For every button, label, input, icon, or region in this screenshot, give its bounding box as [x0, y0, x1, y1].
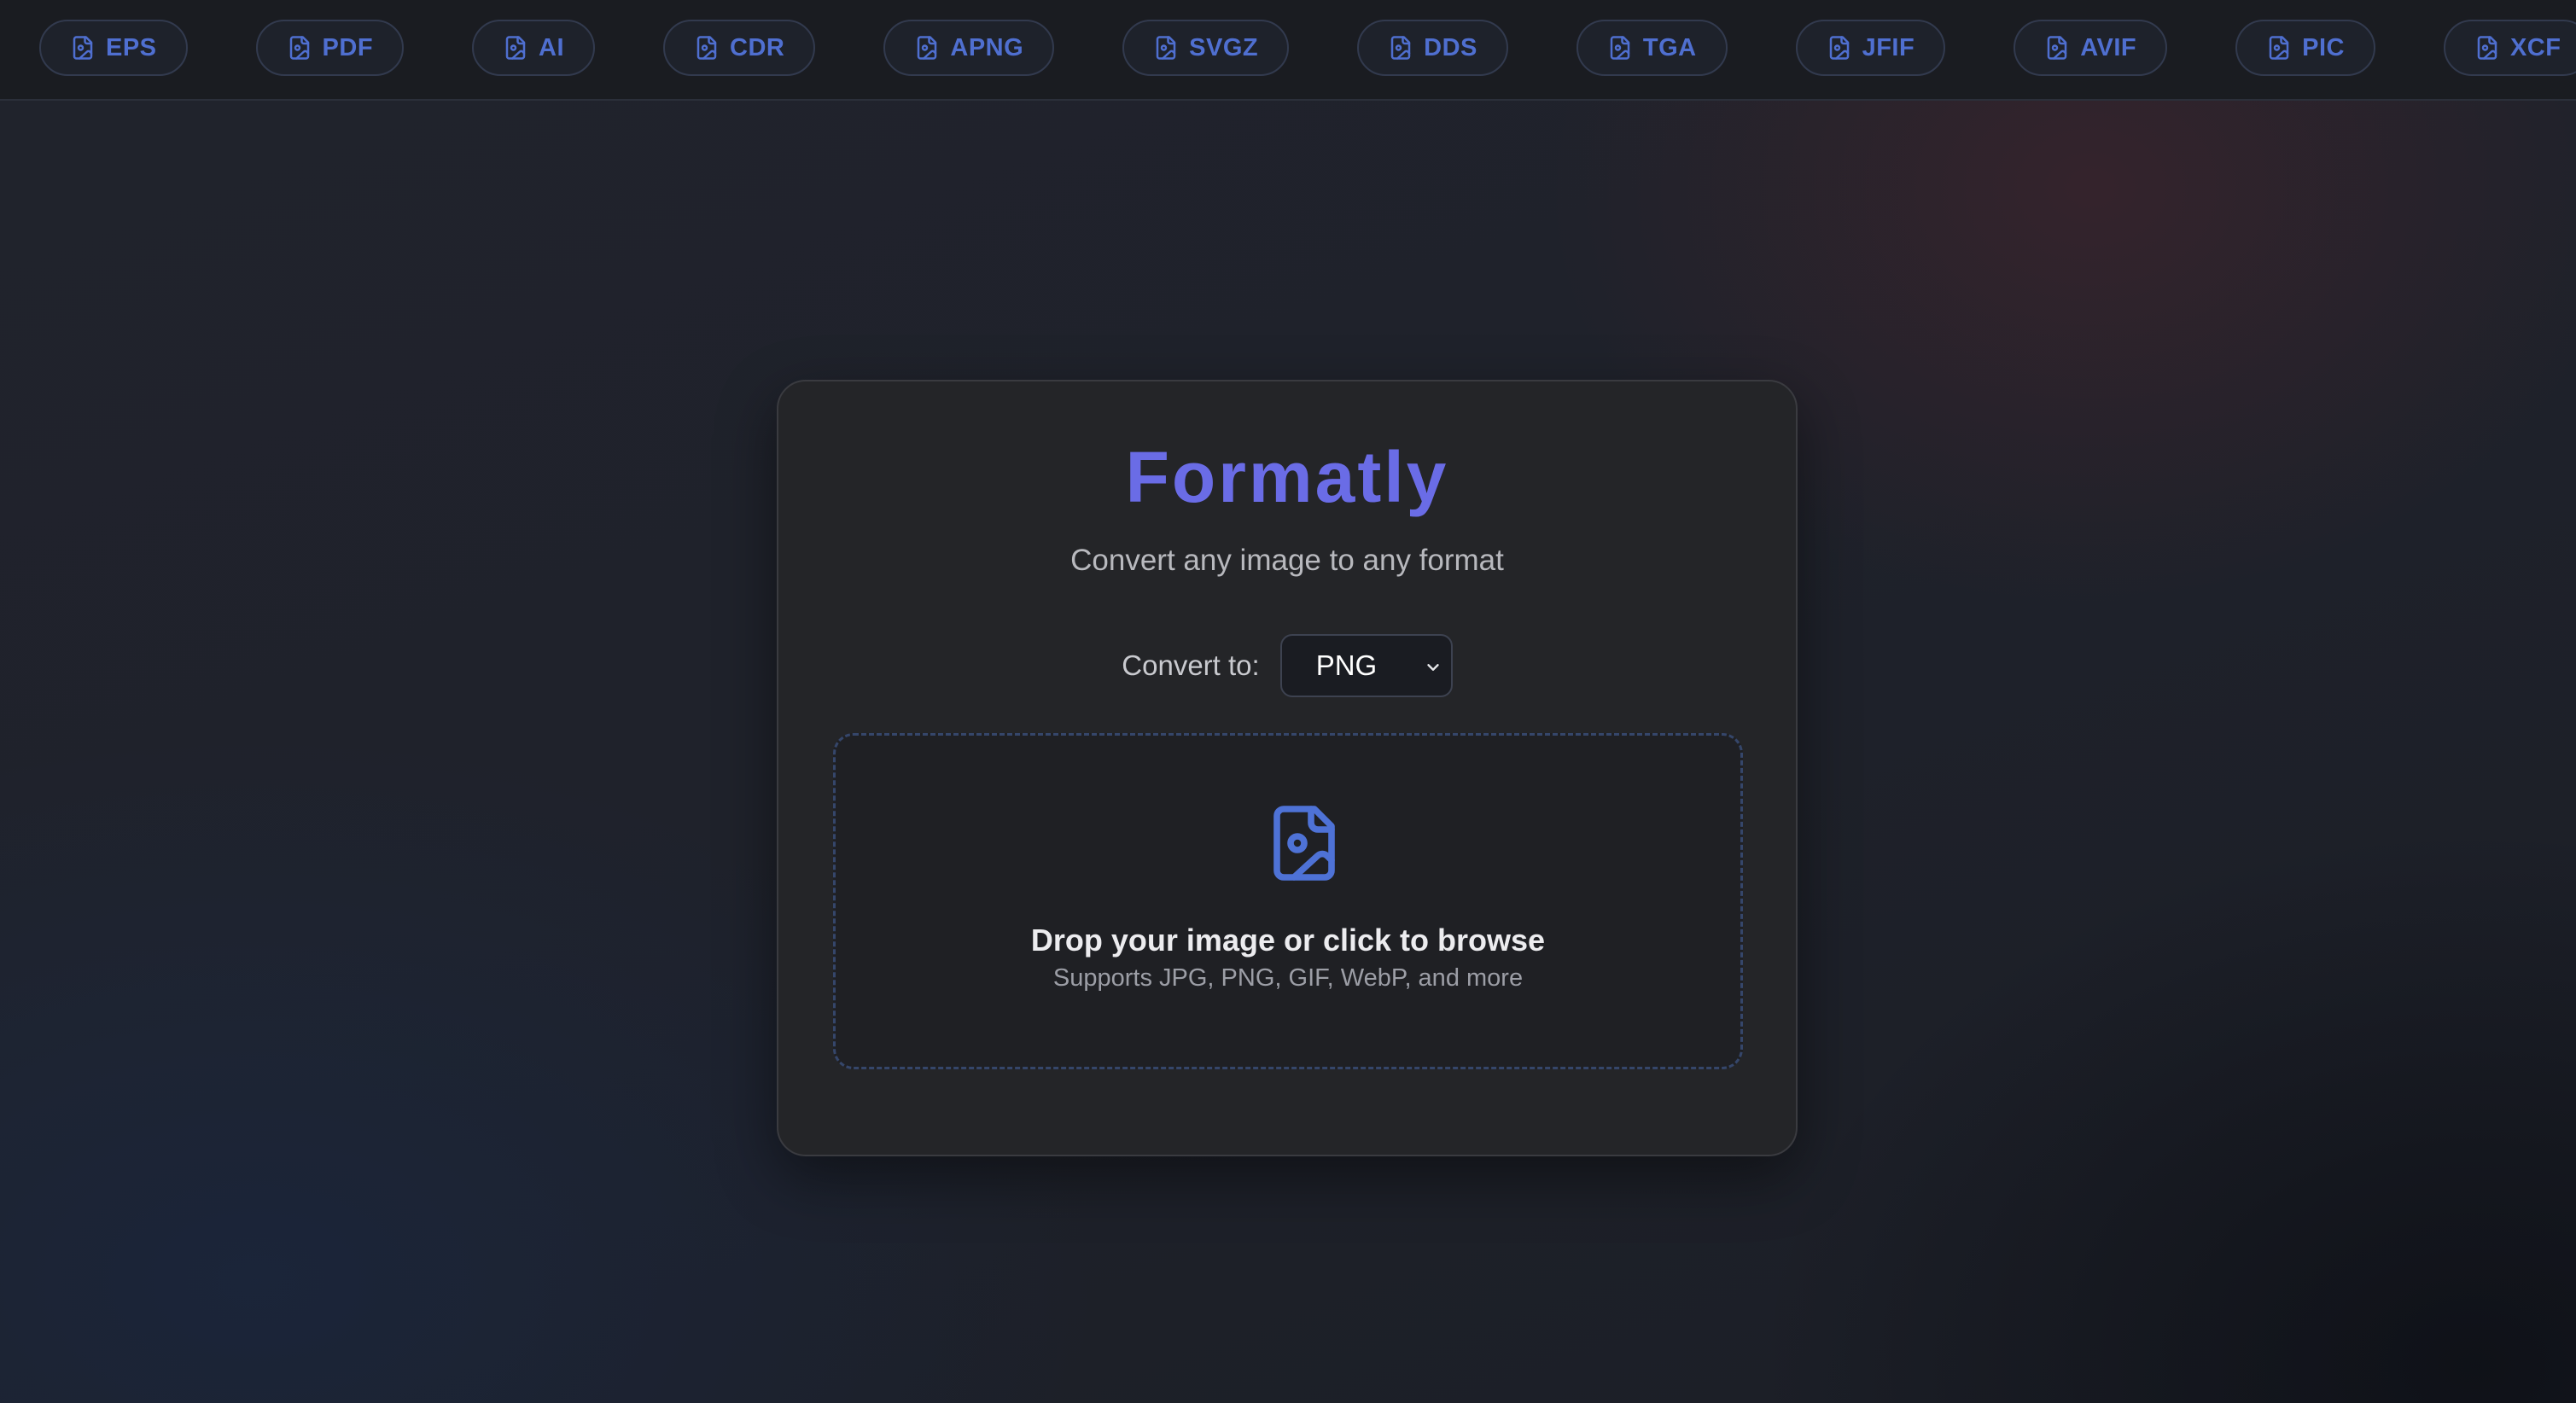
file-image-icon [1273, 806, 1335, 881]
file-image-icon [1610, 36, 1630, 60]
convert-to-label: Convert to: [1122, 649, 1260, 681]
format-chip-ai[interactable]: AI [472, 20, 596, 76]
format-chip-pdf[interactable]: PDF [255, 20, 405, 76]
format-chip-label: TGA [1642, 33, 1697, 61]
format-chip-label: AI [539, 33, 565, 61]
convert-to-row: Convert to: PNG [778, 633, 1796, 698]
format-chip-tga[interactable]: TGA [1576, 20, 1728, 76]
app-subtitle: Convert any image to any format [1070, 544, 1504, 577]
file-image-icon [2477, 36, 2497, 60]
format-chip-avif[interactable]: AVIF [2014, 20, 2168, 76]
target-format-select[interactable]: PNG [1279, 634, 1453, 697]
format-chip-xcf[interactable]: XCF [2443, 20, 2576, 76]
format-chip-label: EPS [106, 33, 157, 61]
format-chip-svgz[interactable]: SVGZ [1122, 20, 1290, 76]
format-chip-label: PIC [2302, 33, 2345, 61]
format-chip-label: AVIF [2080, 33, 2137, 61]
format-chip-label: CDR [730, 33, 785, 61]
file-image-icon [73, 36, 93, 60]
format-marquee-bar: EPS PDF AI CDR APNG SVGZ DDS TGA JFIF AVIF PIC XCF [0, 0, 2576, 101]
file-image-icon [289, 36, 309, 60]
file-image-icon [2269, 36, 2289, 60]
format-chip-eps[interactable]: EPS [39, 20, 188, 76]
format-chip-label: PDF [322, 33, 374, 61]
format-chip-jfif[interactable]: JFIF [1795, 20, 1946, 76]
format-chip-label: JFIF [1862, 33, 1915, 61]
format-chip-cdr[interactable]: CDR [663, 20, 816, 76]
file-image-icon [505, 36, 526, 60]
format-chip-apng[interactable]: APNG [883, 20, 1055, 76]
file-image-icon [918, 36, 937, 60]
dropzone-subtitle: Supports JPG, PNG, GIF, WebP, and more [1052, 964, 1524, 992]
format-chip-label: DDS [1424, 33, 1477, 61]
format-chip-label: APNG [950, 33, 1024, 61]
format-chip-pic[interactable]: PIC [2235, 20, 2375, 76]
target-format-value: PNG [1315, 649, 1378, 681]
chevron-down-icon [1427, 664, 1439, 671]
file-image-icon [1156, 36, 1176, 60]
file-image-icon [1390, 36, 1411, 60]
file-image-icon [2047, 36, 2067, 60]
format-chip-track: EPS PDF AI CDR APNG SVGZ DDS TGA JFIF AVIF PIC XCF [39, 20, 2576, 79]
dropzone-title: Drop your image or click to browse [1030, 923, 1546, 958]
file-image-icon [696, 36, 717, 60]
file-dropzone[interactable]: Drop your image or click to browse Suppo… [833, 733, 1743, 1069]
converter-card: Formatly Convert any image to any format… [777, 380, 1798, 1156]
app-title: Formatly [1125, 437, 1449, 517]
format-chip-dds[interactable]: DDS [1357, 20, 1508, 76]
file-image-icon [1829, 36, 1849, 60]
format-chip-label: XCF [2509, 33, 2561, 61]
format-chip-label: SVGZ [1189, 33, 1259, 61]
